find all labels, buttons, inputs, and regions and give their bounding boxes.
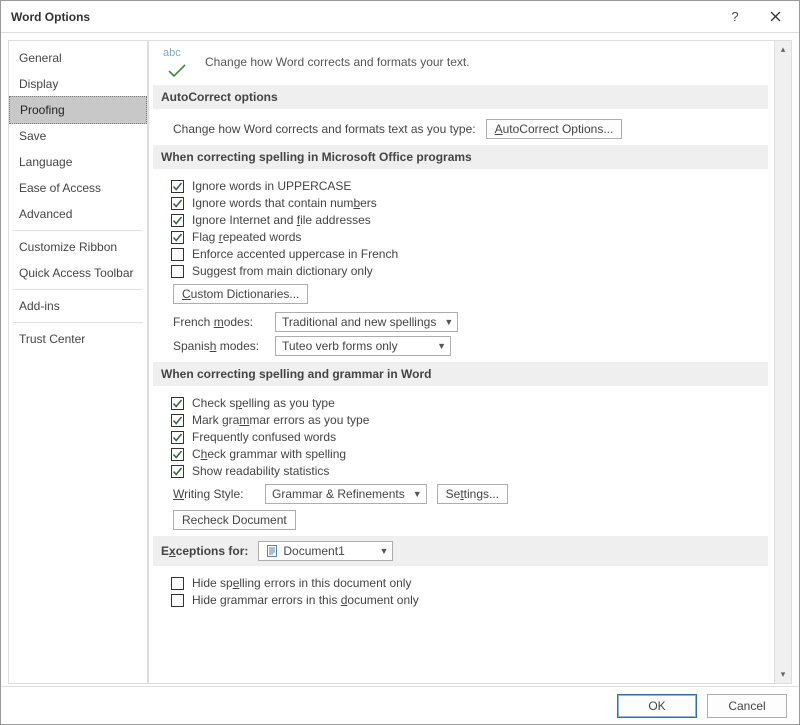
chevron-down-icon: ▼ xyxy=(379,546,388,556)
option-flag-repeated: Flag repeated words xyxy=(171,230,764,244)
label-ignore-numbers: Ignore words that contain numbers xyxy=(192,196,377,210)
page-header: abc Change how Word corrects and formats… xyxy=(163,49,764,75)
chevron-down-icon: ▼ xyxy=(413,489,422,499)
checkbox-suggest-main-dict[interactable] xyxy=(171,265,184,278)
proofing-icon: abc xyxy=(163,49,191,75)
exceptions-document-combo[interactable]: Document1 ▼ xyxy=(258,541,393,561)
label-hide-grammar: Hide grammar errors in this document onl… xyxy=(192,593,419,607)
option-check-grammar-spelling: Check grammar with spelling xyxy=(171,447,764,461)
dialog-body: GeneralDisplayProofingSaveLanguageEase o… xyxy=(1,33,799,687)
option-mark-grammar: Mark grammar errors as you type xyxy=(171,413,764,427)
document-icon xyxy=(265,544,279,558)
sidebar-item-add-ins[interactable]: Add-ins xyxy=(9,293,147,319)
titlebar: Word Options ? xyxy=(1,1,799,33)
sidebar-item-customize-ribbon[interactable]: Customize Ribbon xyxy=(9,234,147,260)
cancel-button[interactable]: Cancel xyxy=(707,694,787,718)
option-hide-grammar: Hide grammar errors in this document onl… xyxy=(171,593,764,607)
recheck-document-button[interactable]: Recheck Document xyxy=(173,510,296,530)
checkbox-check-grammar-spelling[interactable] xyxy=(171,448,184,461)
label-check-grammar-spelling: Check grammar with spelling xyxy=(192,447,346,461)
label-suggest-main-dict: Suggest from main dictionary only xyxy=(192,264,373,278)
section-autocorrect: AutoCorrect options xyxy=(153,85,768,109)
checkbox-freq-confused[interactable] xyxy=(171,431,184,444)
label-freq-confused: Frequently confused words xyxy=(192,430,336,444)
option-ignore-internet: Ignore Internet and file addresses xyxy=(171,213,764,227)
option-suggest-main-dict: Suggest from main dictionary only xyxy=(171,264,764,278)
checkbox-ignore-numbers[interactable] xyxy=(171,197,184,210)
vertical-scrollbar[interactable]: ▴ ▾ xyxy=(774,41,791,683)
sidebar-item-advanced[interactable]: Advanced xyxy=(9,201,147,227)
checkbox-hide-spelling[interactable] xyxy=(171,577,184,590)
window-title: Word Options xyxy=(11,10,90,24)
checkbox-enforce-accented[interactable] xyxy=(171,248,184,261)
option-readability: Show readability statistics xyxy=(171,464,764,478)
writing-style-label: Writing Style: xyxy=(173,487,255,501)
checkbox-readability[interactable] xyxy=(171,465,184,478)
sidebar-item-trust-center[interactable]: Trust Center xyxy=(9,326,147,352)
scroll-up-icon[interactable]: ▴ xyxy=(777,43,790,56)
sidebar-item-save[interactable]: Save xyxy=(9,123,147,149)
custom-dictionaries-button[interactable]: Custom Dictionaries... xyxy=(173,284,308,304)
content: abc Change how Word corrects and formats… xyxy=(149,41,774,683)
label-hide-spelling: Hide spelling errors in this document on… xyxy=(192,576,411,590)
section-spelling-word: When correcting spelling and grammar in … xyxy=(153,362,768,386)
checkbox-ignore-internet[interactable] xyxy=(171,214,184,227)
option-check-spelling: Check spelling as you type xyxy=(171,396,764,410)
french-modes-combo[interactable]: Traditional and new spellings▼ xyxy=(275,312,458,332)
autocorrect-row: Change how Word corrects and formats tex… xyxy=(173,119,764,139)
label-enforce-accented: Enforce accented uppercase in French xyxy=(192,247,398,261)
chevron-down-icon: ▼ xyxy=(437,341,446,351)
option-freq-confused: Frequently confused words xyxy=(171,430,764,444)
section-spelling-office: When correcting spelling in Microsoft Of… xyxy=(153,145,768,169)
label-readability: Show readability statistics xyxy=(192,464,329,478)
sidebar-item-language[interactable]: Language xyxy=(9,149,147,175)
scroll-down-icon[interactable]: ▾ xyxy=(777,668,790,681)
sidebar-item-proofing[interactable]: Proofing xyxy=(9,96,147,124)
dialog-footer: OK Cancel xyxy=(1,687,799,725)
label-check-spelling: Check spelling as you type xyxy=(192,396,335,410)
checkbox-check-spelling[interactable] xyxy=(171,397,184,410)
label-ignore-uppercase: Ignore words in UPPERCASE xyxy=(192,179,351,193)
sidebar-item-general[interactable]: General xyxy=(9,45,147,71)
help-button[interactable]: ? xyxy=(723,5,747,29)
content-wrap: abc Change how Word corrects and formats… xyxy=(148,40,792,684)
checkbox-flag-repeated[interactable] xyxy=(171,231,184,244)
option-ignore-uppercase: Ignore words in UPPERCASE xyxy=(171,179,764,193)
sidebar-item-ease-of-access[interactable]: Ease of Access xyxy=(9,175,147,201)
checkbox-hide-grammar[interactable] xyxy=(171,594,184,607)
option-ignore-numbers: Ignore words that contain numbers xyxy=(171,196,764,210)
spanish-modes-combo[interactable]: Tuteo verb forms only▼ xyxy=(275,336,451,356)
settings-button[interactable]: Settings... xyxy=(437,484,508,504)
label-mark-grammar: Mark grammar errors as you type xyxy=(192,413,369,427)
section-exceptions: Exceptions for: Document1 ▼ xyxy=(153,536,768,566)
sidebar: GeneralDisplayProofingSaveLanguageEase o… xyxy=(8,40,148,684)
close-button[interactable] xyxy=(763,5,787,29)
sidebar-item-quick-access-toolbar[interactable]: Quick Access Toolbar xyxy=(9,260,147,286)
option-enforce-accented: Enforce accented uppercase in French xyxy=(171,247,764,261)
option-hide-spelling: Hide spelling errors in this document on… xyxy=(171,576,764,590)
french-modes-label: French modes: xyxy=(173,315,265,329)
label-flag-repeated: Flag repeated words xyxy=(192,230,301,244)
checkbox-mark-grammar[interactable] xyxy=(171,414,184,427)
checkbox-ignore-uppercase[interactable] xyxy=(171,180,184,193)
autocorrect-desc: Change how Word corrects and formats tex… xyxy=(173,122,476,136)
autocorrect-options-button[interactable]: AutoCorrect Options... xyxy=(486,119,623,139)
label-ignore-internet: Ignore Internet and file addresses xyxy=(192,213,371,227)
spanish-modes-label: Spanish modes: xyxy=(173,339,265,353)
sidebar-item-display[interactable]: Display xyxy=(9,71,147,97)
writing-style-combo[interactable]: Grammar & Refinements▼ xyxy=(265,484,427,504)
ok-button[interactable]: OK xyxy=(617,694,697,718)
page-header-text: Change how Word corrects and formats you… xyxy=(205,55,470,69)
chevron-down-icon: ▼ xyxy=(444,317,453,327)
